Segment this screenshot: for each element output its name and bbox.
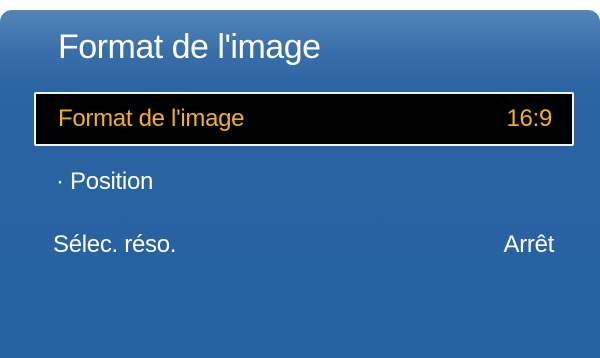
menu-item-position[interactable]: · Position [34, 155, 574, 209]
menu-item-label: · Position [56, 168, 154, 195]
menu-item-value: 16:9 [506, 105, 552, 132]
menu-item-value: Arrêt [503, 231, 554, 258]
menu-item-label: Format de l'image [58, 105, 245, 132]
menu-item-resolution-select[interactable]: Sélec. réso. Arrêt [34, 218, 574, 272]
settings-panel: Format de l'image Format de l'image 16:9… [0, 10, 600, 358]
menu-item-format-image[interactable]: Format de l'image 16:9 [34, 92, 574, 146]
screen: Format de l'image Format de l'image 16:9… [0, 0, 600, 358]
menu-item-label: Sélec. réso. [53, 231, 177, 258]
page-title: Format de l'image [58, 28, 321, 66]
